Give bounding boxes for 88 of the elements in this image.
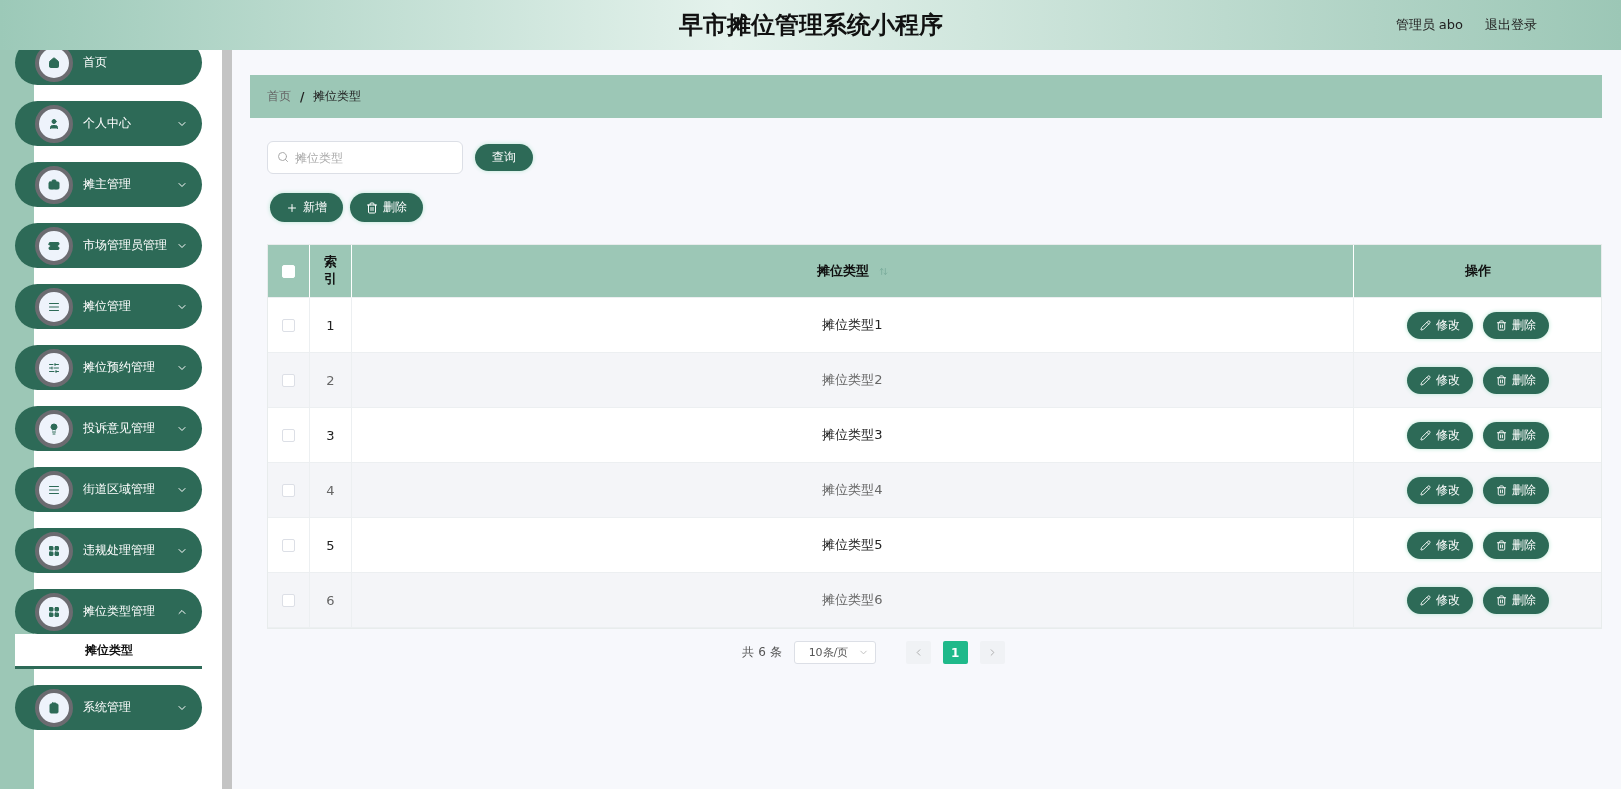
column-header[interactable]: 摊位类型 xyxy=(817,262,869,280)
user-icon xyxy=(35,104,73,143)
sidebar-item[interactable]: 投诉意见管理 xyxy=(15,406,202,451)
lines-icon xyxy=(35,470,73,509)
type-cell: 摊位类型3 xyxy=(822,426,883,444)
delete-button[interactable]: 删除 xyxy=(1482,366,1549,394)
trash-icon xyxy=(1495,429,1507,441)
pencil-icon xyxy=(1419,429,1431,441)
edit-button[interactable]: 修改 xyxy=(1406,531,1473,559)
sidebar-item[interactable]: 摊主管理 xyxy=(15,162,202,207)
bulb-icon xyxy=(35,409,73,448)
type-cell: 摊位类型4 xyxy=(822,481,883,499)
trash-icon xyxy=(1495,539,1507,551)
next-page-button[interactable] xyxy=(979,641,1005,664)
row-checkbox[interactable] xyxy=(282,538,295,552)
clipboard-icon xyxy=(35,688,73,727)
prev-page-button[interactable] xyxy=(905,641,931,664)
lines-icon xyxy=(35,287,73,326)
index-cell: 1 xyxy=(326,317,335,333)
edit-button[interactable]: 修改 xyxy=(1406,311,1473,339)
row-checkbox[interactable] xyxy=(282,483,295,497)
index-cell: 6 xyxy=(326,592,335,608)
ticket-icon xyxy=(35,226,73,265)
search-field[interactable]: 摊位类型 xyxy=(267,141,463,174)
pencil-icon xyxy=(1419,594,1431,606)
pencil-icon xyxy=(1419,319,1431,331)
row-checkbox[interactable] xyxy=(282,373,295,387)
type-cell: 摊位类型1 xyxy=(822,316,883,334)
sidebar-item[interactable]: 个人中心 xyxy=(15,101,202,146)
search-icon xyxy=(277,151,289,163)
trash-icon xyxy=(366,201,378,214)
sliders-icon xyxy=(35,348,73,387)
column-header: 索引 xyxy=(324,254,337,288)
total-count: 共 6 条 xyxy=(742,644,782,661)
submenu-item[interactable]: 摊位类型 xyxy=(15,634,202,669)
breadcrumb-item[interactable]: 摊位类型 xyxy=(313,88,362,105)
trash-icon xyxy=(1495,594,1507,606)
sidebar-item[interactable]: 首页 xyxy=(15,50,202,85)
type-cell: 摊位类型5 xyxy=(822,536,883,554)
index-cell: 2 xyxy=(326,372,335,388)
plus-icon xyxy=(286,201,298,214)
trash-icon xyxy=(1495,319,1507,331)
delete-button[interactable]: 删除 xyxy=(1482,421,1549,449)
row-checkbox[interactable] xyxy=(282,428,295,442)
type-cell: 摊位类型2 xyxy=(822,371,883,389)
delete-button[interactable]: 删除 xyxy=(1482,311,1549,339)
delete-button[interactable]: 删除 xyxy=(1482,531,1549,559)
sidebar-item[interactable]: 街道区域管理 xyxy=(15,467,202,512)
sidebar-item[interactable]: 违规处理管理 xyxy=(15,528,202,573)
edit-button[interactable]: 修改 xyxy=(1406,476,1473,504)
index-cell: 5 xyxy=(326,537,335,553)
logout-link[interactable]: 退出登录 xyxy=(1485,16,1537,34)
index-cell: 4 xyxy=(326,482,335,498)
home-icon xyxy=(35,50,73,82)
sidebar-item[interactable]: 系统管理 xyxy=(15,685,202,730)
edit-button[interactable]: 修改 xyxy=(1406,421,1473,449)
column-header: 操作 xyxy=(1464,262,1491,280)
delete-button[interactable]: 删除 xyxy=(350,193,423,222)
edit-button[interactable]: 修改 xyxy=(1406,366,1473,394)
briefcase-icon xyxy=(35,165,73,204)
pencil-icon xyxy=(1419,374,1431,386)
add-button[interactable]: 新增 xyxy=(270,193,343,222)
user-label: 管理员 abo xyxy=(1395,16,1463,34)
trash-icon xyxy=(1495,484,1507,496)
row-checkbox[interactable] xyxy=(282,318,295,332)
breadcrumb-separator: / xyxy=(300,89,305,104)
row-checkbox[interactable] xyxy=(282,593,295,607)
trash-icon xyxy=(1495,374,1507,386)
index-cell: 3 xyxy=(326,427,335,443)
sidebar-item[interactable]: 摊位预约管理 xyxy=(15,345,202,390)
type-cell: 摊位类型6 xyxy=(822,591,883,609)
scrollbar[interactable] xyxy=(222,50,232,789)
sidebar-item[interactable]: 摊位类型管理 xyxy=(15,589,202,634)
delete-button[interactable]: 删除 xyxy=(1482,586,1549,614)
select-all-checkbox[interactable] xyxy=(282,264,295,278)
delete-button[interactable]: 删除 xyxy=(1482,476,1549,504)
query-button[interactable]: 查询 xyxy=(475,144,533,171)
grid-icon xyxy=(35,531,73,570)
pencil-icon xyxy=(1419,484,1431,496)
edit-button[interactable]: 修改 xyxy=(1406,586,1473,614)
breadcrumb-item[interactable]: 首页 xyxy=(267,88,291,105)
pencil-icon xyxy=(1419,539,1431,551)
page-size-select[interactable]: 10条/页 xyxy=(793,641,876,664)
grid-icon xyxy=(35,592,73,631)
sidebar-item[interactable]: 摊位管理 xyxy=(15,284,202,329)
app-title: 早市摊位管理系统小程序 xyxy=(678,10,943,41)
sidebar-item[interactable]: 市场管理员管理 xyxy=(15,223,202,268)
sort-icon[interactable] xyxy=(879,266,888,276)
